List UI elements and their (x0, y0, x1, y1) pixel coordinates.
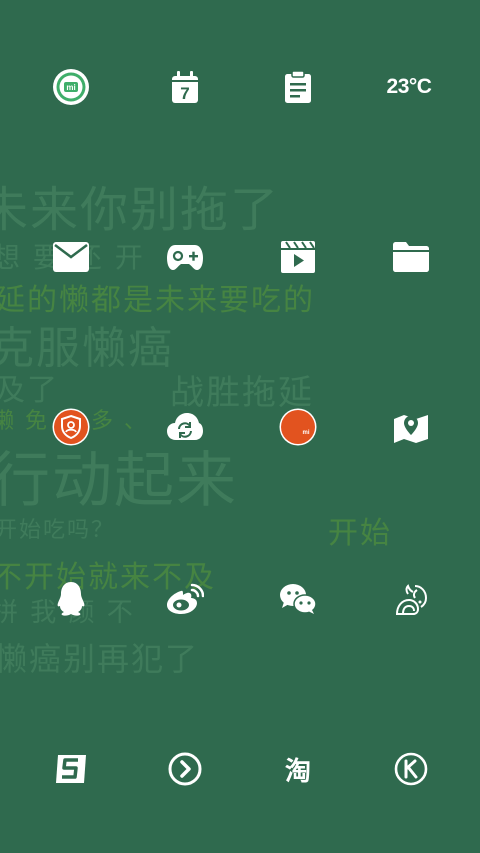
svg-text:mi: mi (302, 430, 309, 436)
svg-text:mi: mi (66, 83, 75, 92)
mail-icon[interactable] (43, 229, 99, 285)
calendar-icon[interactable]: 7 (157, 59, 213, 115)
wallpaper-text: 开始吃吗？ (0, 518, 116, 543)
uc-browser-icon[interactable] (383, 571, 439, 627)
play-circle-icon[interactable] (157, 741, 213, 797)
weibo-icon[interactable] (157, 571, 213, 627)
maps-icon[interactable] (383, 399, 439, 455)
cloud-sync-icon[interactable] (157, 399, 213, 455)
file-manager-icon[interactable] (383, 229, 439, 285)
temperature-label: 23°C (386, 75, 432, 98)
calendar-body: 7 (170, 70, 200, 104)
game-center-icon[interactable] (157, 229, 213, 285)
video-player-icon[interactable] (270, 229, 326, 285)
mi-store-icon[interactable]: mi (270, 399, 326, 455)
mi-community-icon[interactable]: mi (43, 59, 99, 115)
wechat-icon[interactable] (270, 571, 326, 627)
taobao-glyph: 淘 (284, 756, 311, 787)
qq-icon[interactable] (43, 571, 99, 627)
wallpaper-text: 懒癌别再犯了 (0, 640, 200, 678)
taobao-icon[interactable]: 淘 (270, 741, 326, 797)
kugou-icon[interactable] (383, 741, 439, 797)
wallpaper-text: 未来你别拖了 (0, 182, 281, 238)
sogou-input-icon[interactable] (43, 741, 99, 797)
weather-widget[interactable]: 23°C (381, 59, 437, 115)
notes-icon[interactable] (270, 59, 326, 115)
calendar-day: 7 (180, 84, 190, 103)
wallpaper-text: 开始 (328, 516, 392, 551)
security-shield-icon[interactable] (43, 399, 99, 455)
